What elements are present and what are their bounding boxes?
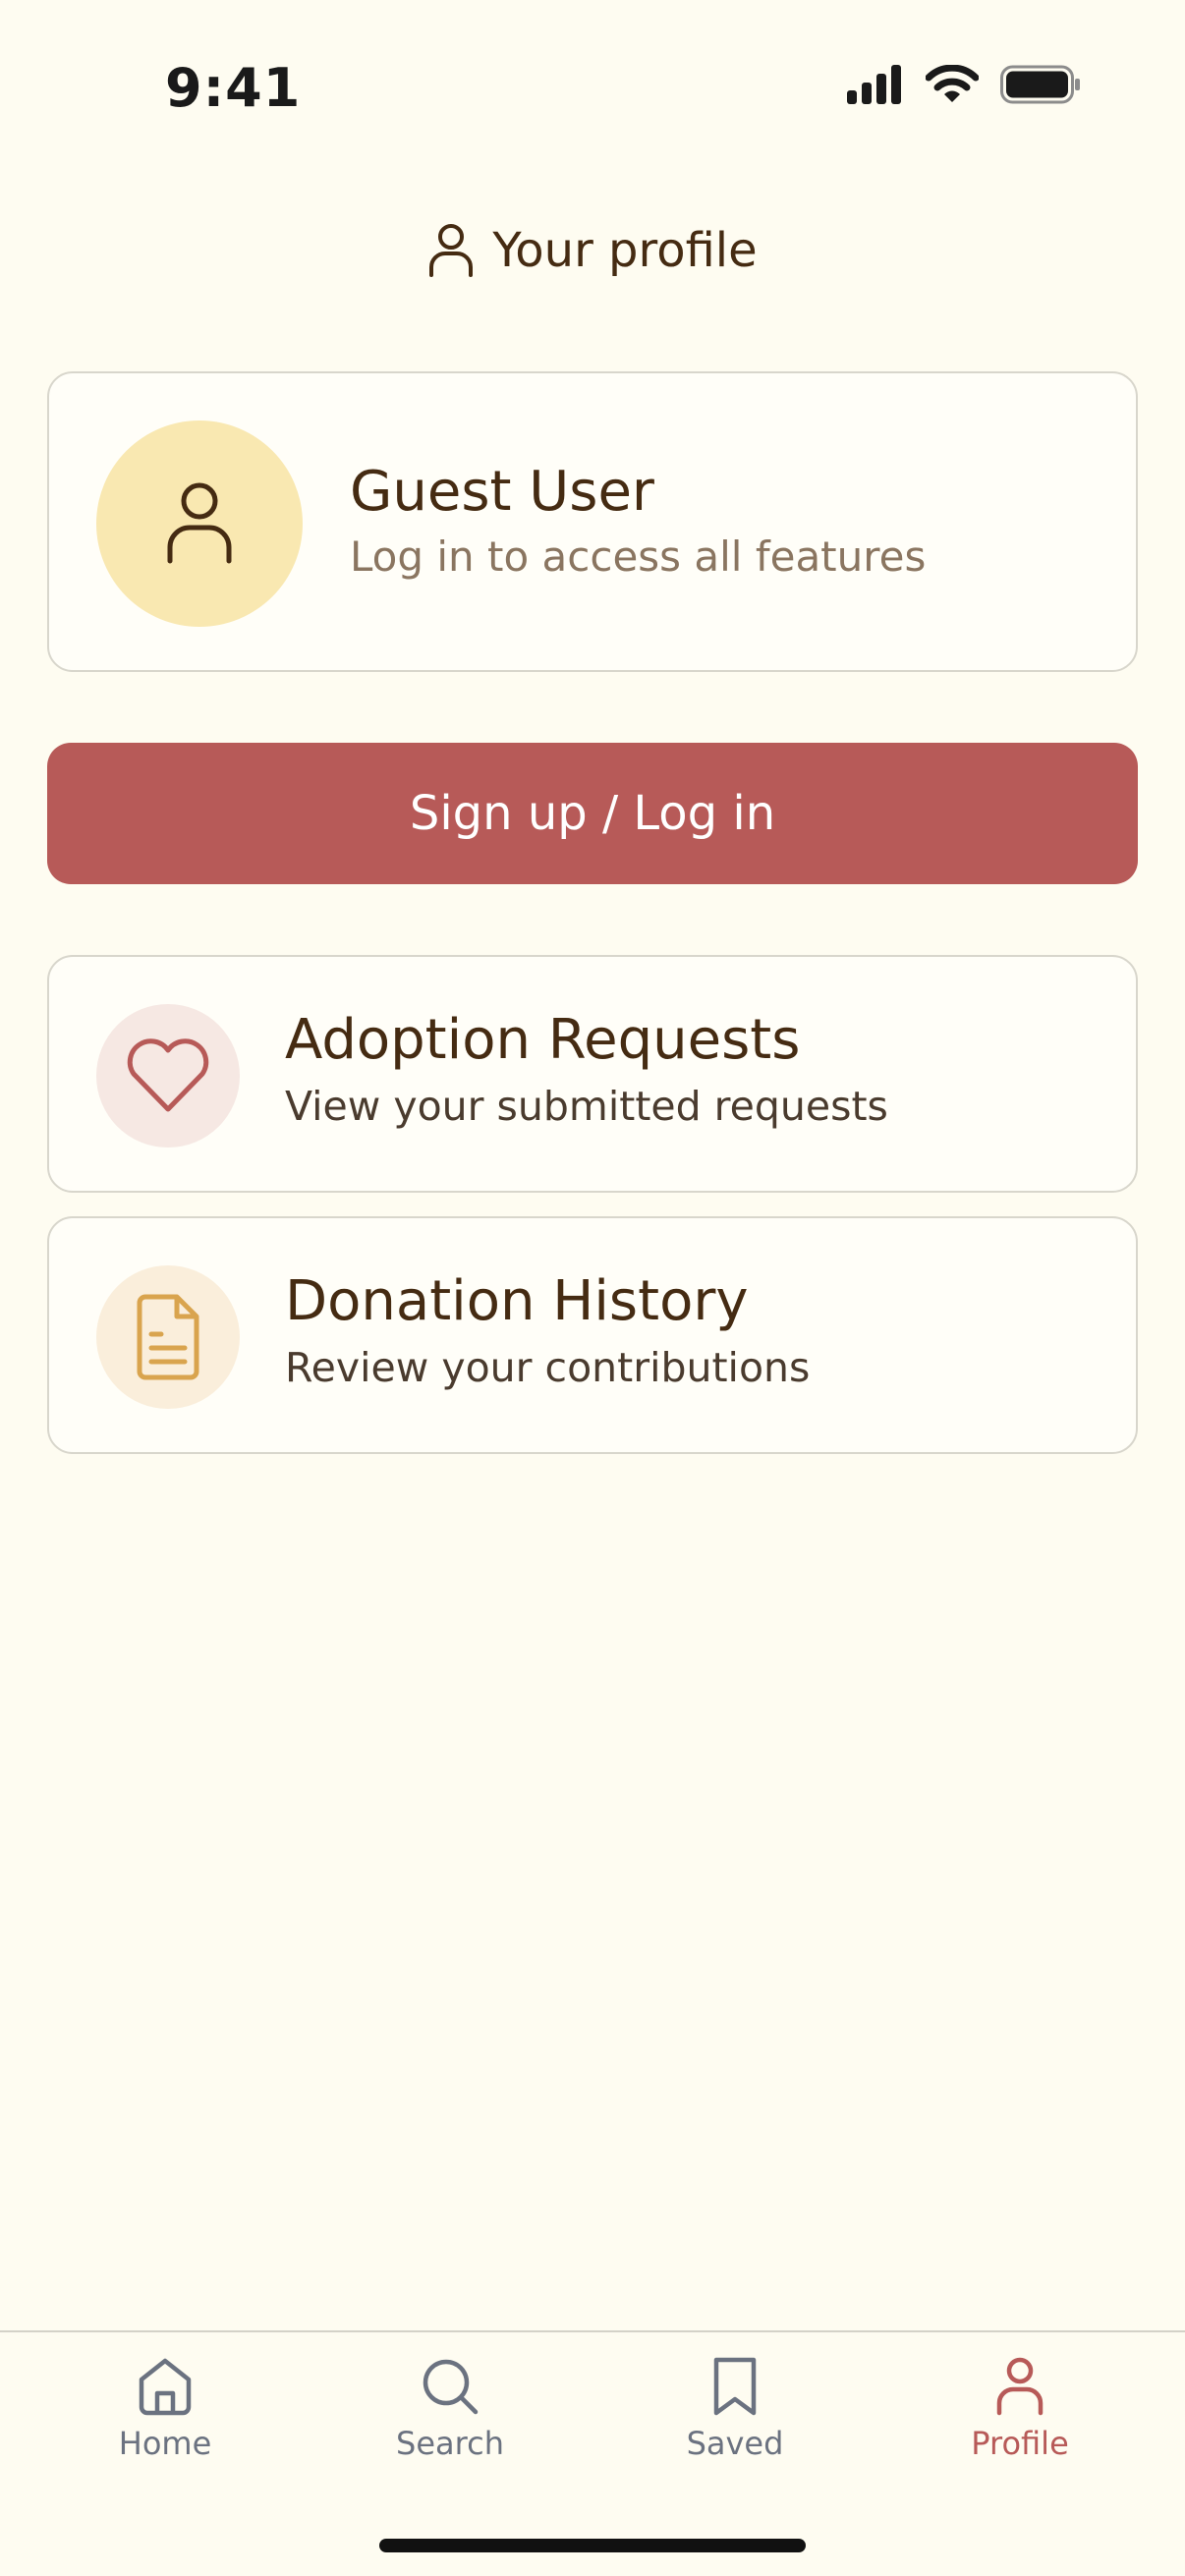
home-icon (139, 2358, 192, 2416)
tab-home[interactable]: Home (67, 2356, 263, 2493)
user-icon (429, 224, 474, 277)
heart-icon-badge (96, 1004, 240, 1148)
wifi-icon (926, 65, 979, 102)
status-icons (847, 65, 1081, 104)
menu-item-subtitle: Review your contributions (285, 1344, 811, 1391)
tab-label: Home (118, 2425, 212, 2462)
status-time: 9:41 (165, 57, 302, 119)
home-indicator[interactable] (379, 2539, 806, 2552)
tab-label: Saved (686, 2425, 784, 2462)
document-icon-badge (96, 1265, 240, 1409)
status-bar: 9:41 (0, 0, 1185, 177)
battery-icon (1000, 65, 1080, 104)
profile-screen: 9:41 Your profile Guest User Log in to a… (0, 0, 1185, 2576)
adoption-requests-item[interactable]: Adoption Requests View your submitted re… (47, 955, 1138, 1193)
page-header: Your profile (0, 216, 1185, 285)
guest-profile-card: Guest User Log in to access all features (47, 371, 1138, 672)
tab-search[interactable]: Search (352, 2356, 548, 2493)
signal-icon (847, 65, 901, 104)
page-title: Your profile (492, 223, 758, 278)
document-icon (137, 1294, 199, 1380)
bookmark-icon (713, 2357, 757, 2416)
avatar (96, 420, 303, 627)
menu-item-title: Adoption Requests (285, 1008, 801, 1072)
user-icon (167, 482, 232, 564)
tab-label: Profile (971, 2425, 1069, 2462)
profile-subtitle: Log in to access all features (350, 532, 927, 581)
menu-item-subtitle: View your submitted requests (285, 1083, 888, 1130)
signup-login-button[interactable]: Sign up / Log in (47, 743, 1138, 884)
heart-icon (127, 1038, 209, 1112)
search-icon (423, 2359, 479, 2415)
donation-history-item[interactable]: Donation History Review your contributio… (47, 1216, 1138, 1454)
menu-item-title: Donation History (285, 1269, 749, 1333)
profile-name: Guest User (350, 460, 654, 524)
user-icon (996, 2357, 1044, 2416)
tab-saved[interactable]: Saved (637, 2356, 833, 2493)
tab-label: Search (396, 2425, 504, 2462)
tab-profile[interactable]: Profile (922, 2356, 1118, 2493)
